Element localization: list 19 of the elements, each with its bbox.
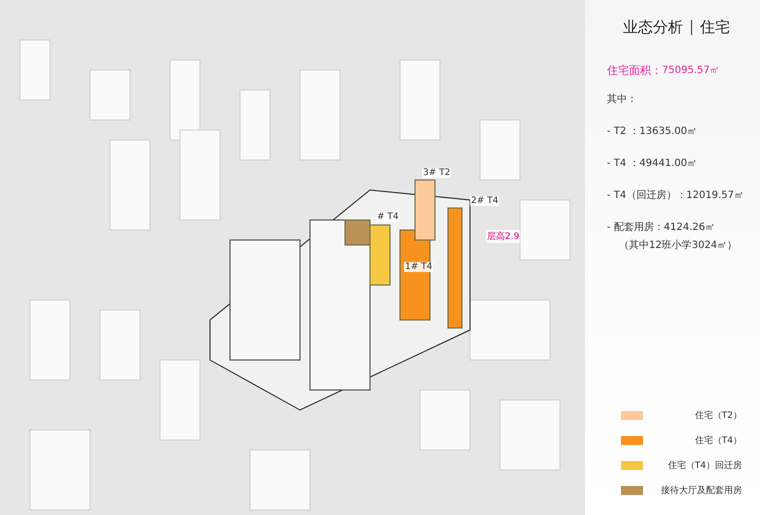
- legend-label: 接待大厅及配套用房: [661, 484, 742, 497]
- total-value: 75095.57㎡: [662, 64, 720, 78]
- intro-text: 其中：: [607, 92, 638, 106]
- building-label: 2# T4: [470, 196, 500, 206]
- area-item: - T2 ：13635.00㎡: [607, 125, 698, 138]
- legend-label: 住宅（T4）回迁房: [668, 460, 742, 472]
- note-label: 层高2.9: [486, 230, 520, 243]
- panel-title: 业态分析: [623, 18, 683, 37]
- area-item: - T4 ：49441.00㎡: [607, 157, 698, 170]
- building-label: # T4: [376, 212, 400, 222]
- building-label: 3# T2: [422, 168, 452, 178]
- total-label: 住宅面积：: [607, 63, 662, 78]
- building-label: 1# T4: [404, 262, 434, 272]
- area-item: - T4（回迁房）：12019.57㎡: [607, 188, 745, 202]
- panel-subtitle: 住宅: [700, 18, 730, 37]
- legend-label: 住宅（T2）: [694, 410, 742, 422]
- area-item: - 配套用房：4124.26㎡: [607, 220, 716, 234]
- area-note: （其中12班小学3024㎡）: [619, 238, 738, 252]
- legend-label: 住宅（T4）: [694, 434, 742, 447]
